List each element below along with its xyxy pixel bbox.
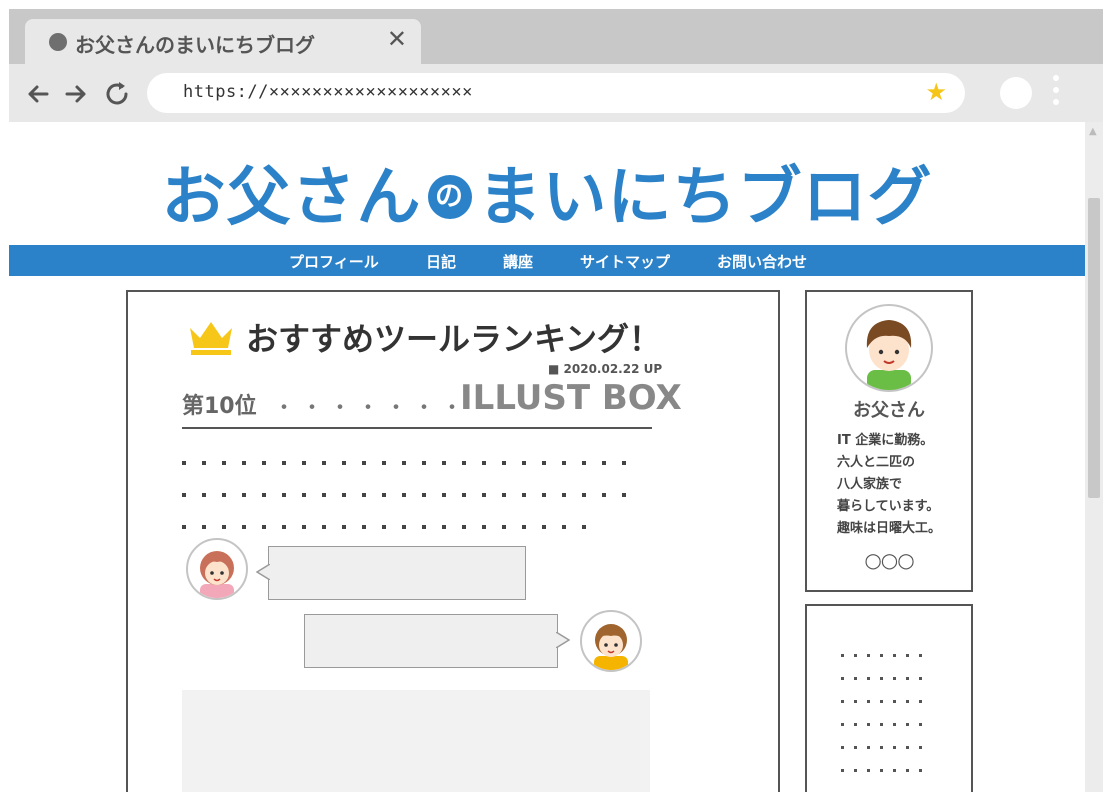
- address-bar[interactable]: https://××××××××××××××××××× ★: [147, 73, 965, 113]
- rank-label: 第10位: [182, 394, 257, 419]
- placeholder-text-line: [841, 688, 932, 703]
- content-placeholder-block: [182, 690, 650, 792]
- nav-item-diary[interactable]: 日記: [426, 251, 456, 272]
- nav-item-sitemap[interactable]: サイトマップ: [580, 251, 670, 272]
- site-title-part1: お父さん: [161, 161, 422, 235]
- nav-item-profile[interactable]: プロフィール: [289, 251, 379, 272]
- back-arrow-icon[interactable]: [23, 79, 53, 109]
- nav-item-lecture[interactable]: 講座: [503, 251, 533, 272]
- chat-bubble-right: [304, 614, 558, 668]
- url-text: https://×××××××××××××××××××: [183, 82, 473, 102]
- page-viewport: お父さんのまいにちブログ プロフィール 日記 講座 サイトマップ お問い合わせ …: [9, 122, 1085, 792]
- placeholder-text-line: [182, 514, 602, 529]
- placeholder-text-line: [182, 450, 642, 465]
- chat-bubble-left: [268, 546, 526, 600]
- profile-icon[interactable]: [1000, 77, 1032, 109]
- scroll-thumb[interactable]: [1088, 198, 1100, 498]
- site-title-part2: まいにちブログ: [477, 161, 933, 235]
- placeholder-text-line: [182, 482, 642, 497]
- forward-arrow-icon[interactable]: [61, 79, 91, 109]
- placeholder-text-line: [841, 711, 932, 726]
- rank-divider: [182, 427, 652, 429]
- browser-toolbar: https://××××××××××××××××××× ★: [9, 64, 1103, 122]
- placeholder-text-line: [841, 665, 932, 680]
- close-icon[interactable]: ✕: [387, 27, 407, 51]
- scroll-up-icon[interactable]: ▲: [1089, 126, 1097, 137]
- star-icon[interactable]: ★: [925, 80, 947, 104]
- site-title-no-badge: の: [427, 175, 472, 220]
- browser-window: お父さんのまいにちブログ ✕ https://×××××××××××××××××…: [9, 9, 1103, 792]
- reload-icon[interactable]: [102, 79, 132, 109]
- rank-item-name[interactable]: ILLUST BOX: [460, 378, 682, 418]
- profile-circles: ○○○: [864, 548, 914, 572]
- father-avatar-icon: [845, 304, 933, 392]
- site-title[interactable]: お父さんのまいにちブログ: [9, 146, 1085, 238]
- crown-icon: [190, 322, 232, 355]
- profile-bio-line: 六人と二匹の: [837, 455, 916, 470]
- placeholder-text-line: [841, 642, 932, 657]
- vertical-scrollbar[interactable]: ▲: [1085, 122, 1103, 792]
- boy-avatar-icon: [580, 610, 642, 672]
- placeholder-text-line: [841, 734, 932, 749]
- profile-bio: IT 企業に勤務。 六人と二匹の 八人家族で 暮らしています。 趣味は日曜大工。: [837, 430, 941, 540]
- profile-card: お父さん IT 企業に勤務。 六人と二匹の 八人家族で 暮らしています。 趣味は…: [805, 290, 973, 592]
- post-title: おすすめツールランキング！: [246, 320, 662, 358]
- profile-bio-line: 八人家族で: [837, 477, 903, 492]
- profile-bio-line: IT 企業に勤務。: [837, 433, 934, 448]
- profile-bio-line: 趣味は日曜大工。: [837, 521, 942, 536]
- placeholder-text-line: [841, 757, 932, 772]
- profile-name: お父さん: [853, 400, 925, 421]
- menu-dots-icon[interactable]: [1052, 75, 1060, 111]
- profile-bio-line: 暮らしています。: [837, 499, 940, 514]
- global-nav: プロフィール 日記 講座 サイトマップ お問い合わせ: [9, 245, 1085, 276]
- bubble-tail-left: [256, 564, 270, 580]
- favicon-icon: [49, 33, 67, 51]
- tab-title: お父さんのまいにちブログ: [75, 33, 315, 57]
- main-article: おすすめツールランキング！ ■ 2020.02.22 UP 第10位 ・・・・・…: [126, 290, 780, 792]
- bubble-tail-right: [556, 632, 570, 648]
- girl-avatar-icon: [186, 538, 248, 600]
- post-date: ■ 2020.02.22 UP: [548, 362, 663, 376]
- browser-tab[interactable]: お父さんのまいにちブログ ✕: [25, 19, 421, 64]
- nav-item-contact[interactable]: お問い合わせ: [717, 251, 807, 272]
- sidebar-widget: [805, 604, 973, 792]
